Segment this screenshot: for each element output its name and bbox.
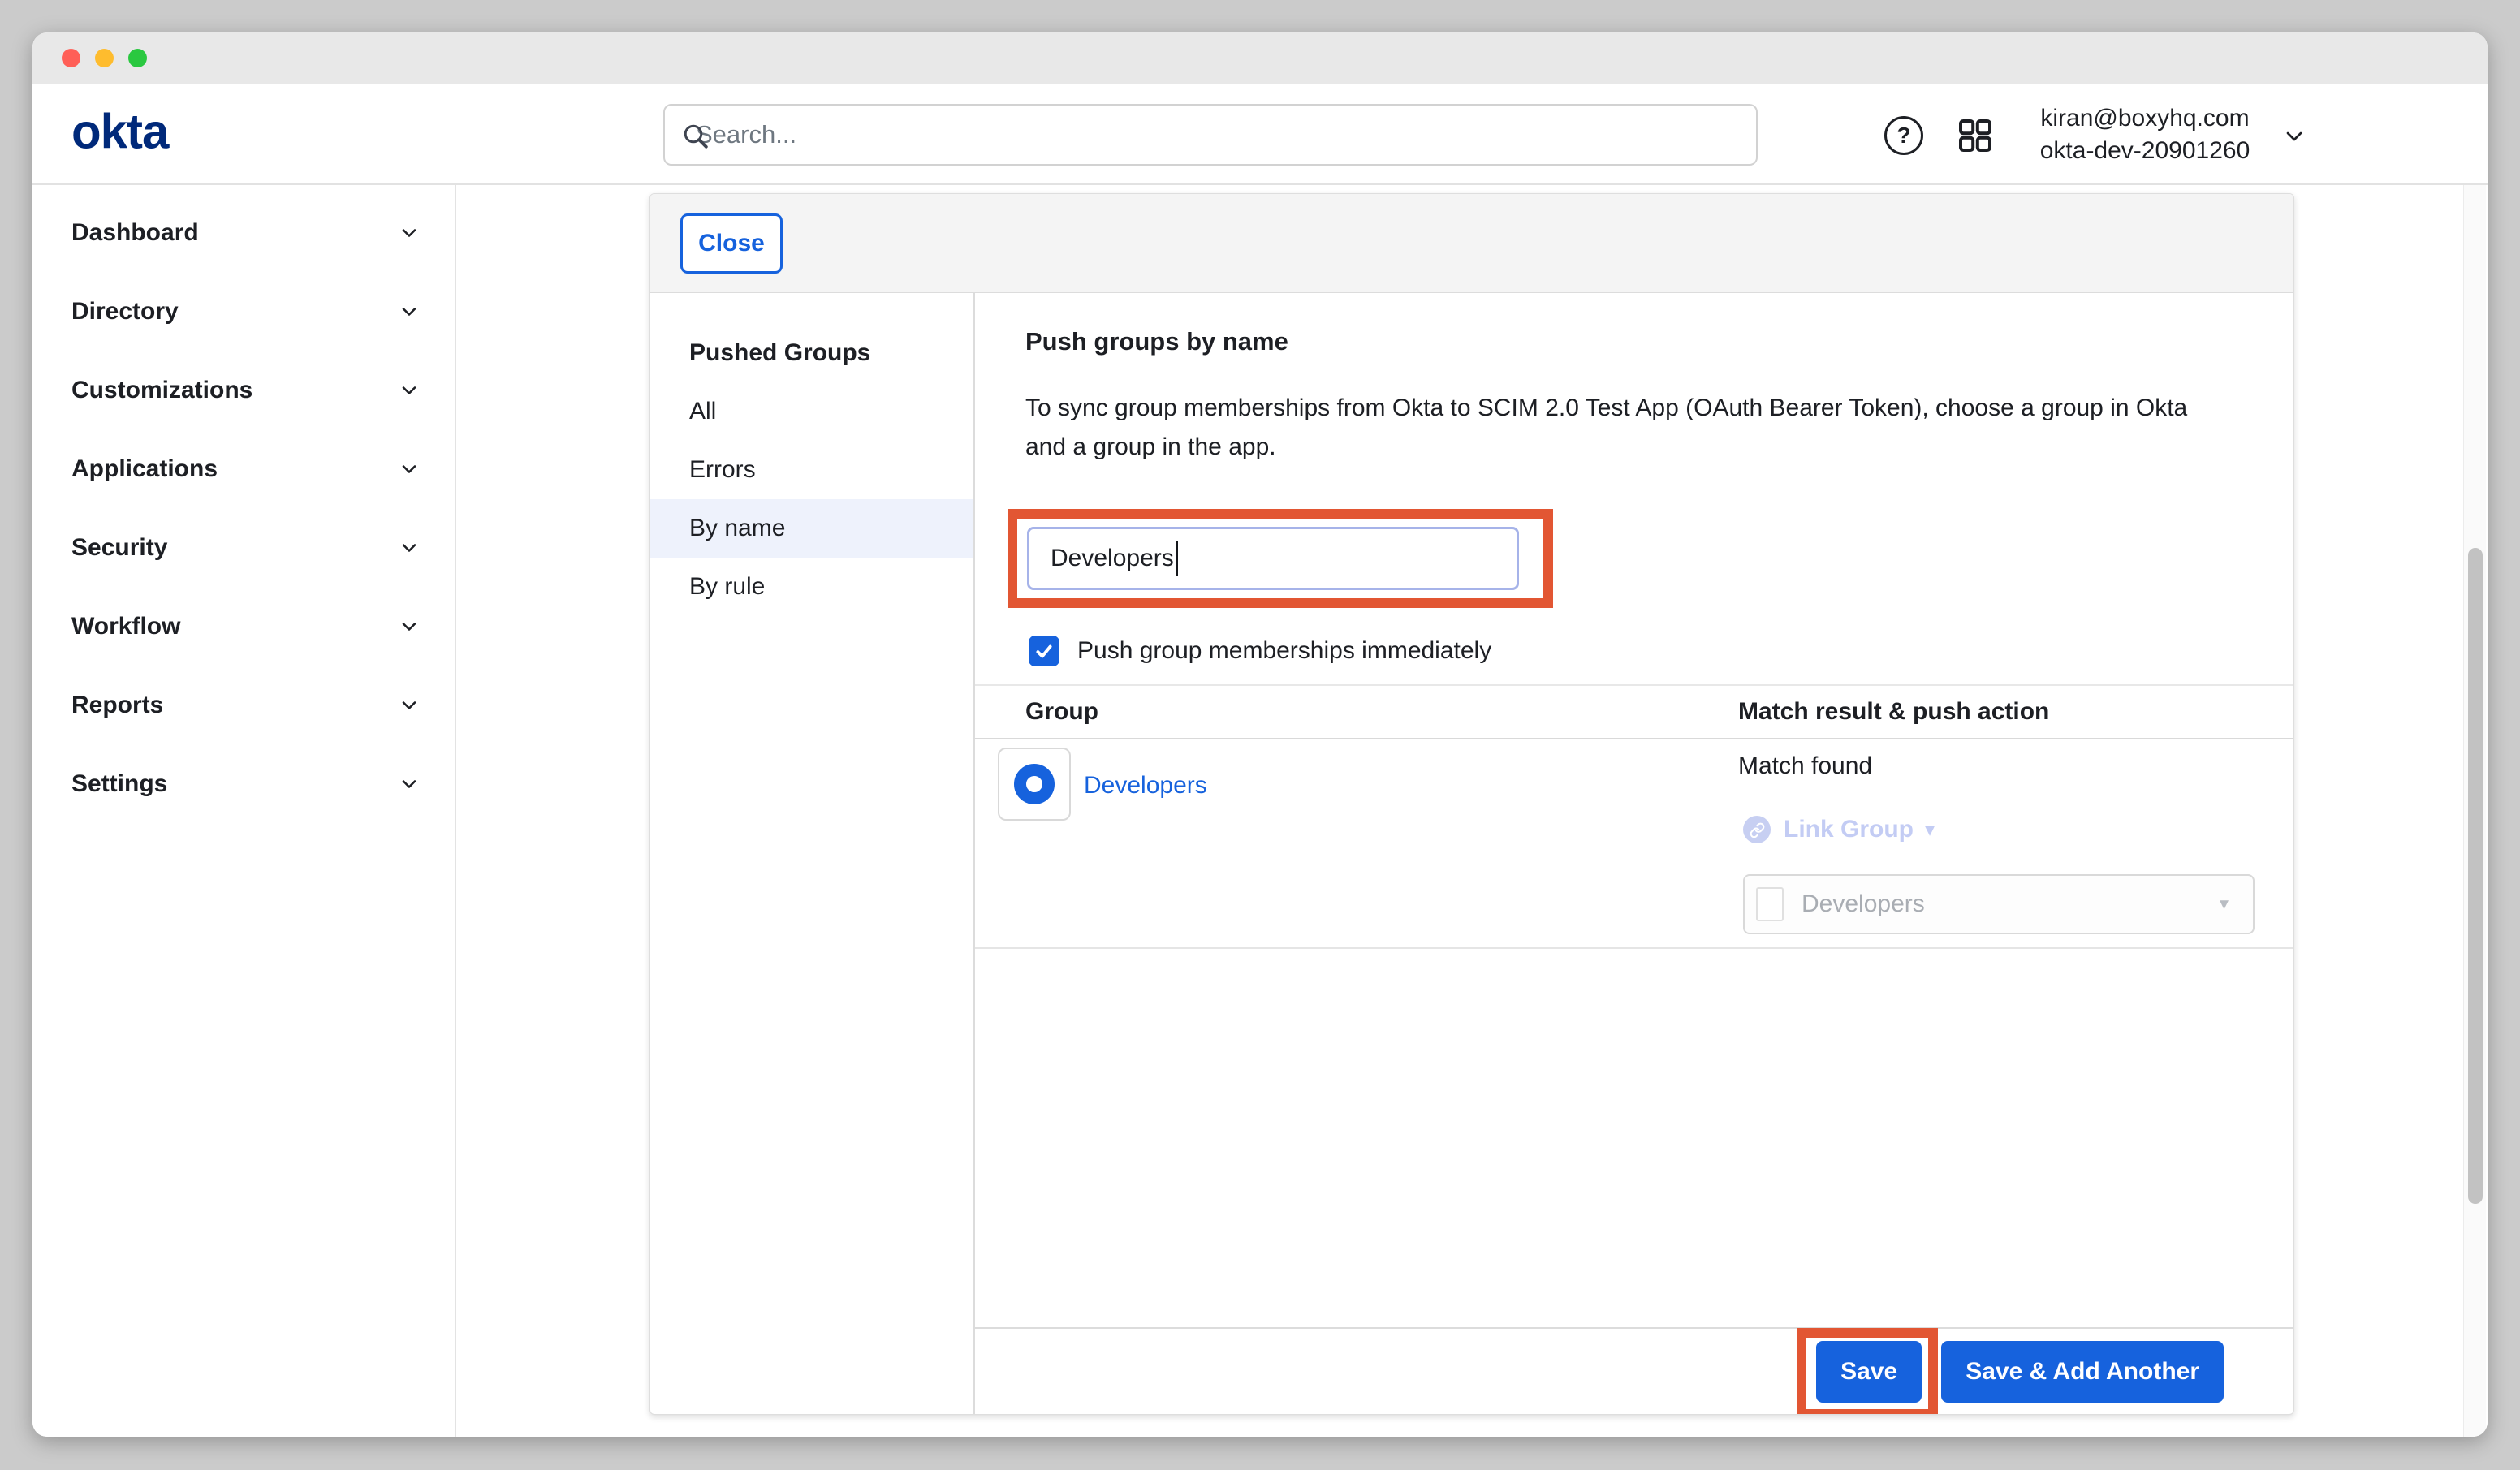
search-icon bbox=[681, 122, 710, 151]
dialog-footer: Save Save & Add Another bbox=[975, 1327, 2293, 1414]
account-menu[interactable]: kiran@boxyhq.com okta-dev-20901260 bbox=[2015, 102, 2275, 167]
nav-item-by-rule[interactable]: By rule bbox=[650, 558, 973, 616]
window-minimize-button[interactable] bbox=[95, 49, 114, 67]
target-group-select[interactable]: Developers ▾ bbox=[1743, 874, 2255, 934]
text-cursor bbox=[1176, 541, 1178, 576]
column-header-match: Match result & push action bbox=[1738, 698, 2293, 726]
group-name-input[interactable]: Developers bbox=[1027, 527, 1519, 590]
close-button[interactable]: Close bbox=[680, 213, 783, 274]
nav-item-by-name[interactable]: By name bbox=[650, 499, 973, 558]
content-area: Close Pushed Groups All Errors By name B… bbox=[456, 185, 2488, 1437]
sidebar-item-label: Reports bbox=[71, 692, 163, 719]
nav-item-errors[interactable]: Errors bbox=[650, 441, 973, 499]
sidebar-item-applications[interactable]: Applications bbox=[32, 429, 455, 508]
link-group-label: Link Group bbox=[1784, 816, 1914, 843]
target-group-value: Developers bbox=[1802, 890, 1925, 918]
app-header: okta ? kiran@boxyhq.com okta-dev-2090126… bbox=[32, 84, 2488, 185]
push-immediately-label: Push group memberships immediately bbox=[1077, 637, 1491, 665]
okta-logo[interactable]: okta bbox=[71, 104, 168, 160]
group-avatar bbox=[998, 748, 1071, 821]
nav-item-all[interactable]: All bbox=[650, 382, 973, 441]
sidebar-item-workflow[interactable]: Workflow bbox=[32, 587, 455, 666]
search-input[interactable] bbox=[681, 106, 1756, 164]
sidebar-item-label: Customizations bbox=[71, 377, 252, 404]
caret-down-icon: ▾ bbox=[2220, 893, 2229, 914]
account-org: okta-dev-20901260 bbox=[2015, 135, 2275, 167]
pushed-groups-title: Pushed Groups bbox=[650, 324, 973, 382]
group-name-input-value: Developers bbox=[1051, 545, 1174, 572]
save-add-another-button[interactable]: Save & Add Another bbox=[1941, 1341, 2224, 1403]
sidebar-item-security[interactable]: Security bbox=[32, 508, 455, 587]
chevron-down-icon bbox=[398, 222, 421, 244]
sidebar-nav: Dashboard Directory Customizations Appli… bbox=[32, 185, 456, 1437]
save-button[interactable]: Save bbox=[1816, 1341, 1922, 1403]
window-close-button[interactable] bbox=[62, 49, 80, 67]
traffic-lights bbox=[62, 49, 147, 67]
chevron-down-icon bbox=[398, 300, 421, 323]
sidebar-item-reports[interactable]: Reports bbox=[32, 666, 455, 744]
sidebar-item-customizations[interactable]: Customizations bbox=[32, 351, 455, 429]
column-header-group: Group bbox=[1025, 698, 1738, 726]
caret-down-icon: ▾ bbox=[1925, 818, 1935, 842]
sidebar-item-settings[interactable]: Settings bbox=[32, 744, 455, 823]
table-row: Developers Match found bbox=[975, 739, 2293, 949]
link-icon bbox=[1743, 816, 1771, 843]
sidebar-item-label: Applications bbox=[71, 455, 218, 483]
sidebar-item-directory[interactable]: Directory bbox=[32, 272, 455, 351]
account-email: kiran@boxyhq.com bbox=[2015, 102, 2275, 135]
checkmark-icon bbox=[1033, 640, 1055, 662]
chevron-down-icon bbox=[398, 537, 421, 559]
scrollbar-thumb[interactable] bbox=[2468, 548, 2483, 1204]
push-groups-dialog: Close Pushed Groups All Errors By name B… bbox=[649, 193, 2294, 1415]
chevron-down-icon bbox=[398, 615, 421, 638]
sidebar-item-label: Directory bbox=[71, 298, 179, 325]
dialog-header: Close bbox=[650, 194, 2293, 293]
group-placeholder-icon bbox=[1756, 887, 1784, 921]
panel-title: Push groups by name bbox=[1025, 327, 2229, 356]
help-icon[interactable]: ? bbox=[1884, 116, 1923, 155]
pushed-groups-nav: Pushed Groups All Errors By name By rule bbox=[650, 293, 975, 1414]
chevron-down-icon bbox=[398, 379, 421, 402]
panel-description: To sync group memberships from Okta to S… bbox=[1025, 389, 2229, 467]
apps-grid-icon[interactable] bbox=[1956, 116, 1995, 155]
push-by-name-panel: Push groups by name To sync group member… bbox=[975, 293, 2293, 1414]
group-name-link[interactable]: Developers bbox=[1084, 748, 1207, 824]
link-group-button[interactable]: Link Group ▾ bbox=[1743, 816, 2293, 843]
sidebar-item-label: Workflow bbox=[71, 613, 180, 640]
macos-window: okta ? kiran@boxyhq.com okta-dev-2090126… bbox=[32, 32, 2488, 1437]
chevron-down-icon bbox=[398, 694, 421, 717]
table-header: Group Match result & push action bbox=[975, 686, 2293, 739]
sidebar-item-label: Settings bbox=[71, 770, 167, 798]
sidebar-item-dashboard[interactable]: Dashboard bbox=[32, 193, 455, 272]
window-zoom-button[interactable] bbox=[128, 49, 147, 67]
okta-group-icon bbox=[1014, 764, 1055, 804]
chevron-down-icon bbox=[398, 458, 421, 481]
push-immediately-checkbox[interactable] bbox=[1029, 636, 1059, 666]
window-titlebar bbox=[32, 32, 2488, 84]
chevron-down-icon bbox=[398, 773, 421, 795]
global-search bbox=[663, 104, 1758, 166]
scrollbar-track[interactable] bbox=[2463, 185, 2486, 1437]
match-result-text: Match found bbox=[1738, 752, 2293, 780]
sidebar-item-label: Security bbox=[71, 534, 167, 562]
chevron-down-icon bbox=[2281, 123, 2307, 149]
sidebar-item-label: Dashboard bbox=[71, 219, 199, 247]
